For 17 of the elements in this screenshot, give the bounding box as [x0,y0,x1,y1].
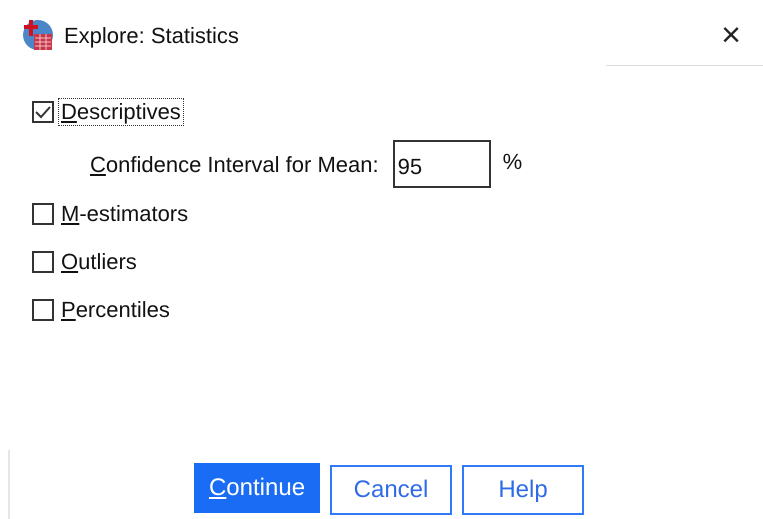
checkbox[interactable] [32,251,54,273]
checkbox-label[interactable]: Percentiles [59,297,172,323]
checkbox[interactable] [32,299,54,321]
checkbox-label[interactable]: Outliers [59,249,139,275]
checkbox-label[interactable]: Descriptives [59,99,183,125]
field-label: Confidence Interval for Mean: [90,150,379,178]
checkbox-label[interactable]: M-estimators [59,201,190,227]
dialog-button[interactable]: Continue [194,463,320,513]
close-button[interactable]: × [709,13,753,57]
checkbox[interactable] [32,101,54,123]
unit-label: % [502,148,522,176]
dialog-button[interactable]: Help [462,465,584,515]
app-icon [22,18,56,52]
window-title: Explore: Statistics [64,22,239,50]
checkbox[interactable] [32,203,54,225]
input-field[interactable]: 95 [392,140,491,188]
dialog-button[interactable]: Cancel [330,465,452,515]
